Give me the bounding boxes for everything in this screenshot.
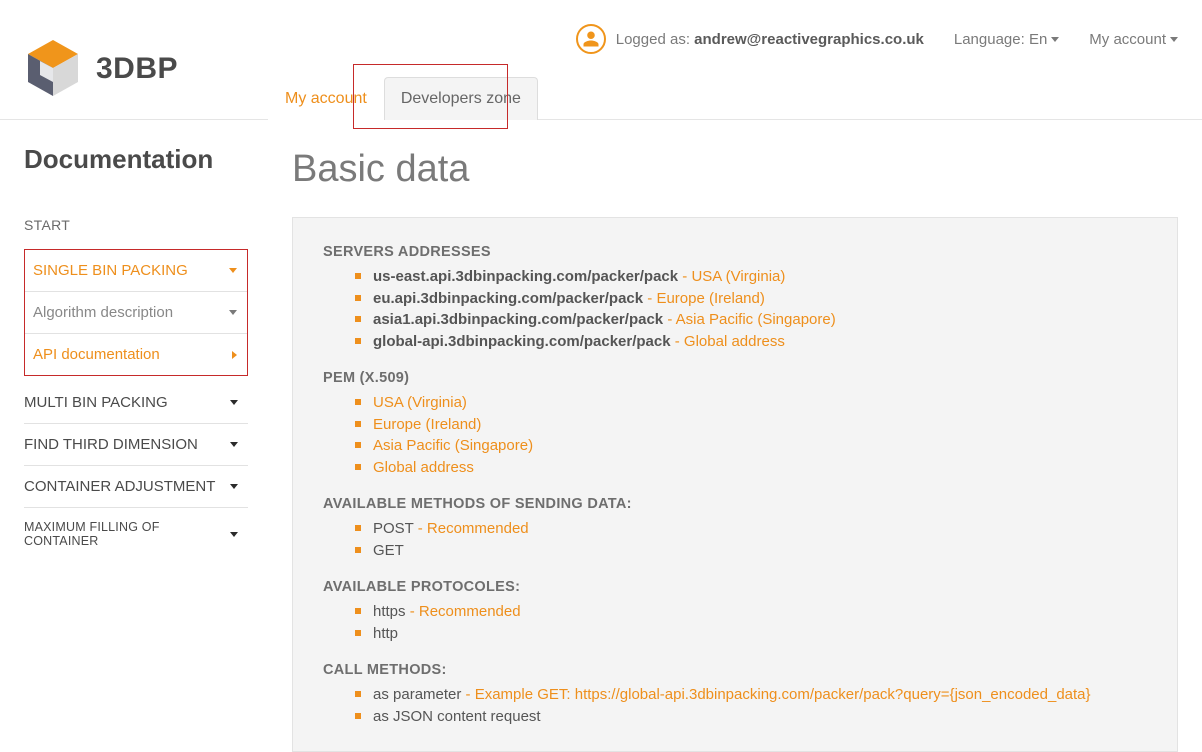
- content-panel: SERVERS ADDRESSES us-east.api.3dbinpacki…: [292, 217, 1178, 752]
- page-title: Basic data: [292, 148, 1178, 191]
- chevron-down-icon: [1170, 37, 1178, 42]
- sidebar-start[interactable]: START: [24, 209, 248, 241]
- pem-list: USA (Virginia) Europe (Ireland) Asia Pac…: [323, 392, 1147, 478]
- user-icon: [576, 24, 606, 54]
- header-right: Logged as: andrew@reactivegraphics.co.uk…: [576, 18, 1178, 54]
- list-item[interactable]: Europe (Ireland): [373, 414, 1147, 436]
- logo-text: 3DBP: [96, 52, 178, 86]
- section-call-methods: CALL METHODS:: [323, 662, 1147, 678]
- logo[interactable]: 3DBP: [24, 38, 178, 100]
- servers-list: us-east.api.3dbinpacking.com/packer/pack…: [323, 266, 1147, 352]
- call-methods-list: as parameter - Example GET: https://glob…: [323, 684, 1147, 727]
- list-item: GET: [373, 540, 1147, 562]
- chevron-down-icon: [229, 268, 237, 273]
- list-item[interactable]: Asia Pacific (Singapore): [373, 435, 1147, 457]
- section-methods: AVAILABLE METHODS OF SENDING DATA:: [323, 496, 1147, 512]
- list-item: http: [373, 623, 1147, 645]
- sidebar-algorithm-description[interactable]: Algorithm description: [25, 292, 247, 334]
- cube-logo-icon: [24, 38, 82, 100]
- list-item: as JSON content request: [373, 706, 1147, 728]
- sidebar-single-bin-packing[interactable]: SINGLE BIN PACKING: [25, 250, 247, 292]
- chevron-down-icon: [230, 484, 238, 489]
- tab-developers-zone[interactable]: Developers zone: [384, 77, 538, 120]
- logged-label: Logged as:: [616, 31, 690, 48]
- list-item: global-api.3dbinpacking.com/packer/pack …: [373, 331, 1147, 353]
- main-content: Basic data SERVERS ADDRESSES us-east.api…: [248, 120, 1202, 752]
- list-item: https - Recommended: [373, 601, 1147, 623]
- logged-as: Logged as: andrew@reactivegraphics.co.uk: [576, 24, 924, 54]
- chevron-down-icon: [230, 400, 238, 405]
- chevron-down-icon: [229, 310, 237, 315]
- section-protocols: AVAILABLE PROTOCOLES:: [323, 579, 1147, 595]
- sidebar-title: Documentation: [24, 144, 248, 175]
- list-item: asia1.api.3dbinpacking.com/packer/pack -…: [373, 309, 1147, 331]
- site-header: 3DBP My account Developers zone Logged a…: [0, 0, 1202, 120]
- section-servers: SERVERS ADDRESSES: [323, 244, 1147, 260]
- highlight-box-sidebar: SINGLE BIN PACKING Algorithm description…: [24, 249, 248, 376]
- logged-email: andrew@reactivegraphics.co.uk: [694, 31, 924, 48]
- tab-my-account[interactable]: My account: [268, 77, 384, 120]
- sidebar-multi-bin-packing[interactable]: MULTI BIN PACKING: [24, 382, 248, 424]
- sidebar-maximum-filling[interactable]: MAXIMUM FILLING OF CONTAINER: [24, 508, 248, 560]
- list-item: as parameter - Example GET: https://glob…: [373, 684, 1147, 706]
- my-account-dropdown[interactable]: My account: [1089, 31, 1178, 48]
- sidebar-container-adjustment[interactable]: CONTAINER ADJUSTMENT: [24, 466, 248, 508]
- list-item: POST - Recommended: [373, 518, 1147, 540]
- sidebar: Documentation START SINGLE BIN PACKING A…: [0, 120, 248, 752]
- list-item[interactable]: Global address: [373, 457, 1147, 479]
- protocols-list: https - Recommended http: [323, 601, 1147, 644]
- chevron-down-icon: [230, 442, 238, 447]
- list-item[interactable]: USA (Virginia): [373, 392, 1147, 414]
- section-pem: PEM (X.509): [323, 370, 1147, 386]
- chevron-down-icon: [1051, 37, 1059, 42]
- chevron-down-icon: [230, 532, 238, 537]
- chevron-right-icon: [232, 351, 237, 359]
- language-dropdown[interactable]: Language: En: [954, 31, 1059, 48]
- sidebar-api-documentation[interactable]: API documentation: [25, 334, 247, 375]
- header-tabs: My account Developers zone: [268, 77, 538, 120]
- methods-list: POST - Recommended GET: [323, 518, 1147, 561]
- list-item: eu.api.3dbinpacking.com/packer/pack - Eu…: [373, 288, 1147, 310]
- list-item: us-east.api.3dbinpacking.com/packer/pack…: [373, 266, 1147, 288]
- sidebar-find-third-dimension[interactable]: FIND THIRD DIMENSION: [24, 424, 248, 466]
